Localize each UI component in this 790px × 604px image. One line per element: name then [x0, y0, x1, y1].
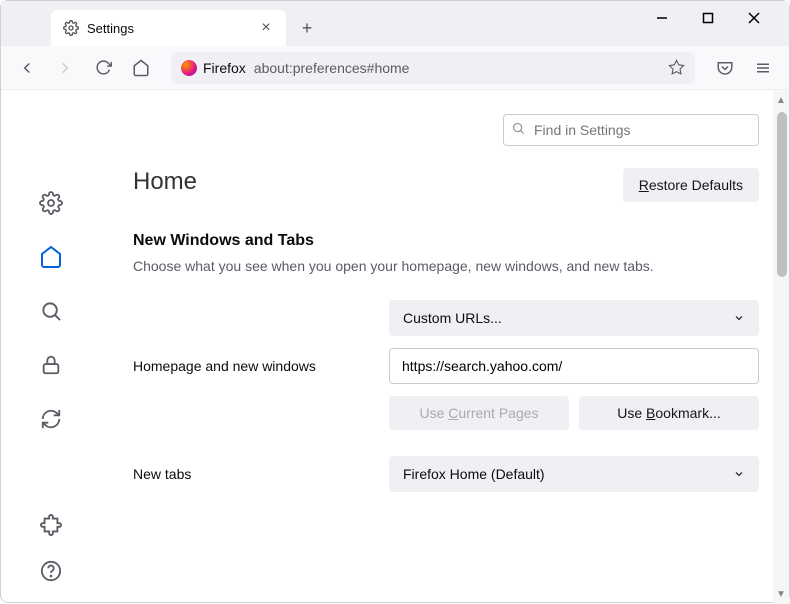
navigation-toolbar: Firefox about:preferences#home	[1, 46, 789, 90]
restore-defaults-button[interactable]: Restore Defaults	[623, 168, 759, 202]
sidebar-search-icon[interactable]	[38, 298, 64, 324]
scroll-up-icon[interactable]: ▲	[773, 92, 789, 108]
app-menu-icon[interactable]	[747, 52, 779, 84]
newtabs-label: New tabs	[133, 466, 377, 482]
sidebar-home-icon[interactable]	[38, 244, 64, 270]
forward-button[interactable]	[49, 52, 81, 84]
scroll-down-icon[interactable]: ▼	[773, 586, 789, 602]
pocket-icon[interactable]	[709, 52, 741, 84]
url-bar[interactable]: Firefox about:preferences#home	[171, 52, 695, 84]
search-icon	[511, 121, 526, 136]
close-tab-icon[interactable]: ×	[258, 20, 274, 36]
bookmark-star-icon[interactable]	[668, 59, 685, 76]
identity-box[interactable]: Firefox	[181, 60, 246, 76]
browser-tab[interactable]: Settings ×	[51, 10, 286, 46]
sidebar-extensions-icon[interactable]	[38, 512, 64, 538]
section-description: Choose what you see when you open your h…	[133, 258, 759, 274]
back-button[interactable]	[11, 52, 43, 84]
tab-title: Settings	[87, 21, 250, 36]
settings-search-input[interactable]	[503, 114, 759, 146]
dropdown-value: Custom URLs...	[403, 310, 502, 326]
settings-sidebar	[1, 90, 101, 604]
close-window-button[interactable]	[739, 3, 769, 33]
maximize-button[interactable]	[693, 3, 723, 33]
section-heading: New Windows and Tabs	[133, 232, 759, 250]
url-text: about:preferences#home	[254, 60, 410, 76]
vertical-scrollbar[interactable]: ▲ ▼	[773, 90, 789, 604]
sidebar-sync-icon[interactable]	[38, 406, 64, 432]
homepage-label: Homepage and new windows	[133, 358, 377, 374]
homepage-url-input[interactable]	[389, 348, 759, 384]
sidebar-help-icon[interactable]	[38, 558, 64, 584]
identity-label: Firefox	[203, 60, 246, 76]
chevron-down-icon	[733, 312, 745, 324]
chevron-down-icon	[733, 468, 745, 480]
window-controls	[647, 1, 781, 35]
firefox-icon	[181, 60, 197, 76]
gear-icon	[63, 20, 79, 36]
settings-main-panel: Home Restore Defaults New Windows and Ta…	[101, 90, 789, 604]
scrollbar-thumb[interactable]	[777, 112, 787, 277]
new-tab-button[interactable]: +	[292, 13, 322, 43]
sidebar-general-icon[interactable]	[38, 190, 64, 216]
homepage-mode-dropdown[interactable]: Custom URLs...	[389, 300, 759, 336]
use-bookmark-button[interactable]: Use Bookmark...	[579, 396, 759, 430]
minimize-button[interactable]	[647, 3, 677, 33]
home-button[interactable]	[125, 52, 157, 84]
window-titlebar: Settings × +	[1, 1, 789, 46]
dropdown-value: Firefox Home (Default)	[403, 466, 545, 482]
newtabs-mode-dropdown[interactable]: Firefox Home (Default)	[389, 456, 759, 492]
sidebar-privacy-icon[interactable]	[38, 352, 64, 378]
reload-button[interactable]	[87, 52, 119, 84]
use-current-pages-button[interactable]: Use Current Pages	[389, 396, 569, 430]
